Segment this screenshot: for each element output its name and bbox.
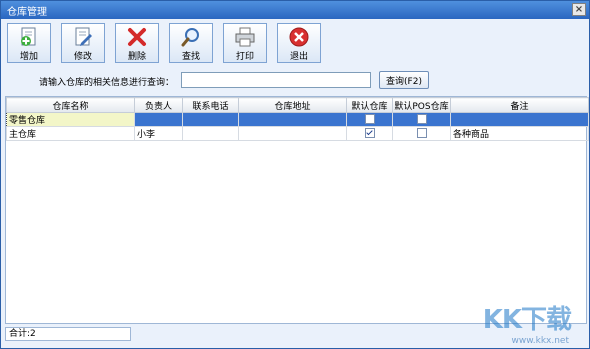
- magnifier-icon: [181, 28, 199, 47]
- cell-manager[interactable]: 小李: [134, 126, 183, 141]
- toolbar: 增加 修改 删除 查找 打印 退出: [1, 19, 589, 65]
- col-header-address[interactable]: 仓库地址: [238, 97, 347, 113]
- cell-phone[interactable]: [182, 112, 239, 127]
- cell-address[interactable]: [238, 126, 347, 141]
- default-checkbox-checked[interactable]: [364, 128, 375, 139]
- cell-default[interactable]: [346, 112, 393, 127]
- cell-manager[interactable]: [134, 112, 183, 127]
- warehouse-grid: 仓库名称 负责人 联系电话 仓库地址 默认仓库 默认POS仓库 备注 零售仓库: [5, 96, 589, 324]
- search-input[interactable]: [181, 72, 371, 88]
- find-button[interactable]: 查找: [169, 23, 213, 63]
- add-label: 增加: [19, 52, 38, 62]
- query-button[interactable]: 查询(F2): [379, 71, 429, 89]
- add-button[interactable]: 增加: [7, 23, 51, 63]
- cell-default-pos[interactable]: [392, 126, 451, 141]
- find-label: 查找: [181, 52, 200, 62]
- default-pos-checkbox[interactable]: [416, 128, 427, 139]
- header-row: 仓库名称 负责人 联系电话 仓库地址 默认仓库 默认POS仓库 备注: [6, 97, 589, 113]
- edit-button[interactable]: 修改: [61, 23, 105, 63]
- print-button[interactable]: 打印: [223, 23, 267, 63]
- default-checkbox[interactable]: [364, 114, 375, 125]
- title-bar: 仓库管理 ×: [1, 1, 589, 19]
- cell-note[interactable]: 各种商品: [450, 126, 589, 141]
- col-header-note[interactable]: 备注: [450, 97, 589, 113]
- cell-default[interactable]: [346, 126, 393, 141]
- printer-icon: [235, 27, 255, 47]
- col-header-phone[interactable]: 联系电话: [182, 97, 239, 113]
- edit-document-icon: [75, 27, 92, 46]
- watermark-logo: KK下载: [482, 305, 572, 335]
- window-title: 仓库管理: [7, 6, 47, 18]
- col-header-default[interactable]: 默认仓库: [346, 97, 393, 113]
- edit-label: 修改: [73, 52, 92, 62]
- table-row[interactable]: 零售仓库: [6, 112, 589, 127]
- add-document-icon: [21, 27, 36, 46]
- col-header-manager[interactable]: 负责人: [134, 97, 183, 113]
- cell-address[interactable]: [238, 112, 347, 127]
- cell-name[interactable]: 主仓库: [6, 126, 135, 141]
- table-row[interactable]: 主仓库 小李 各种商品: [6, 126, 589, 141]
- search-prompt: 请输入仓库的相关信息进行查询：: [39, 78, 175, 88]
- delete-button[interactable]: 删除: [115, 23, 159, 63]
- delete-label: 删除: [127, 52, 146, 62]
- print-label: 打印: [235, 52, 254, 62]
- close-button[interactable]: ×: [572, 3, 586, 16]
- exit-icon: [289, 27, 309, 47]
- warehouse-management-window: 仓库管理 × 增加 修改 删除 查找 打印 退出 请输入仓库的相关信息进行查询：…: [0, 0, 590, 349]
- cell-default-pos[interactable]: [392, 112, 451, 127]
- cell-phone[interactable]: [182, 126, 239, 141]
- watermark-url: www.kkx.net: [511, 336, 570, 346]
- default-pos-checkbox[interactable]: [416, 114, 427, 125]
- total-count: 合计:2: [5, 327, 131, 341]
- cell-note[interactable]: [450, 112, 589, 127]
- exit-label: 退出: [289, 52, 308, 62]
- search-row: 请输入仓库的相关信息进行查询： 查询(F2): [1, 71, 590, 93]
- col-header-default-pos[interactable]: 默认POS仓库: [392, 97, 451, 113]
- cell-name[interactable]: 零售仓库: [6, 112, 135, 127]
- exit-button[interactable]: 退出: [277, 23, 321, 63]
- col-header-name[interactable]: 仓库名称: [6, 97, 135, 113]
- delete-x-icon: [128, 28, 146, 46]
